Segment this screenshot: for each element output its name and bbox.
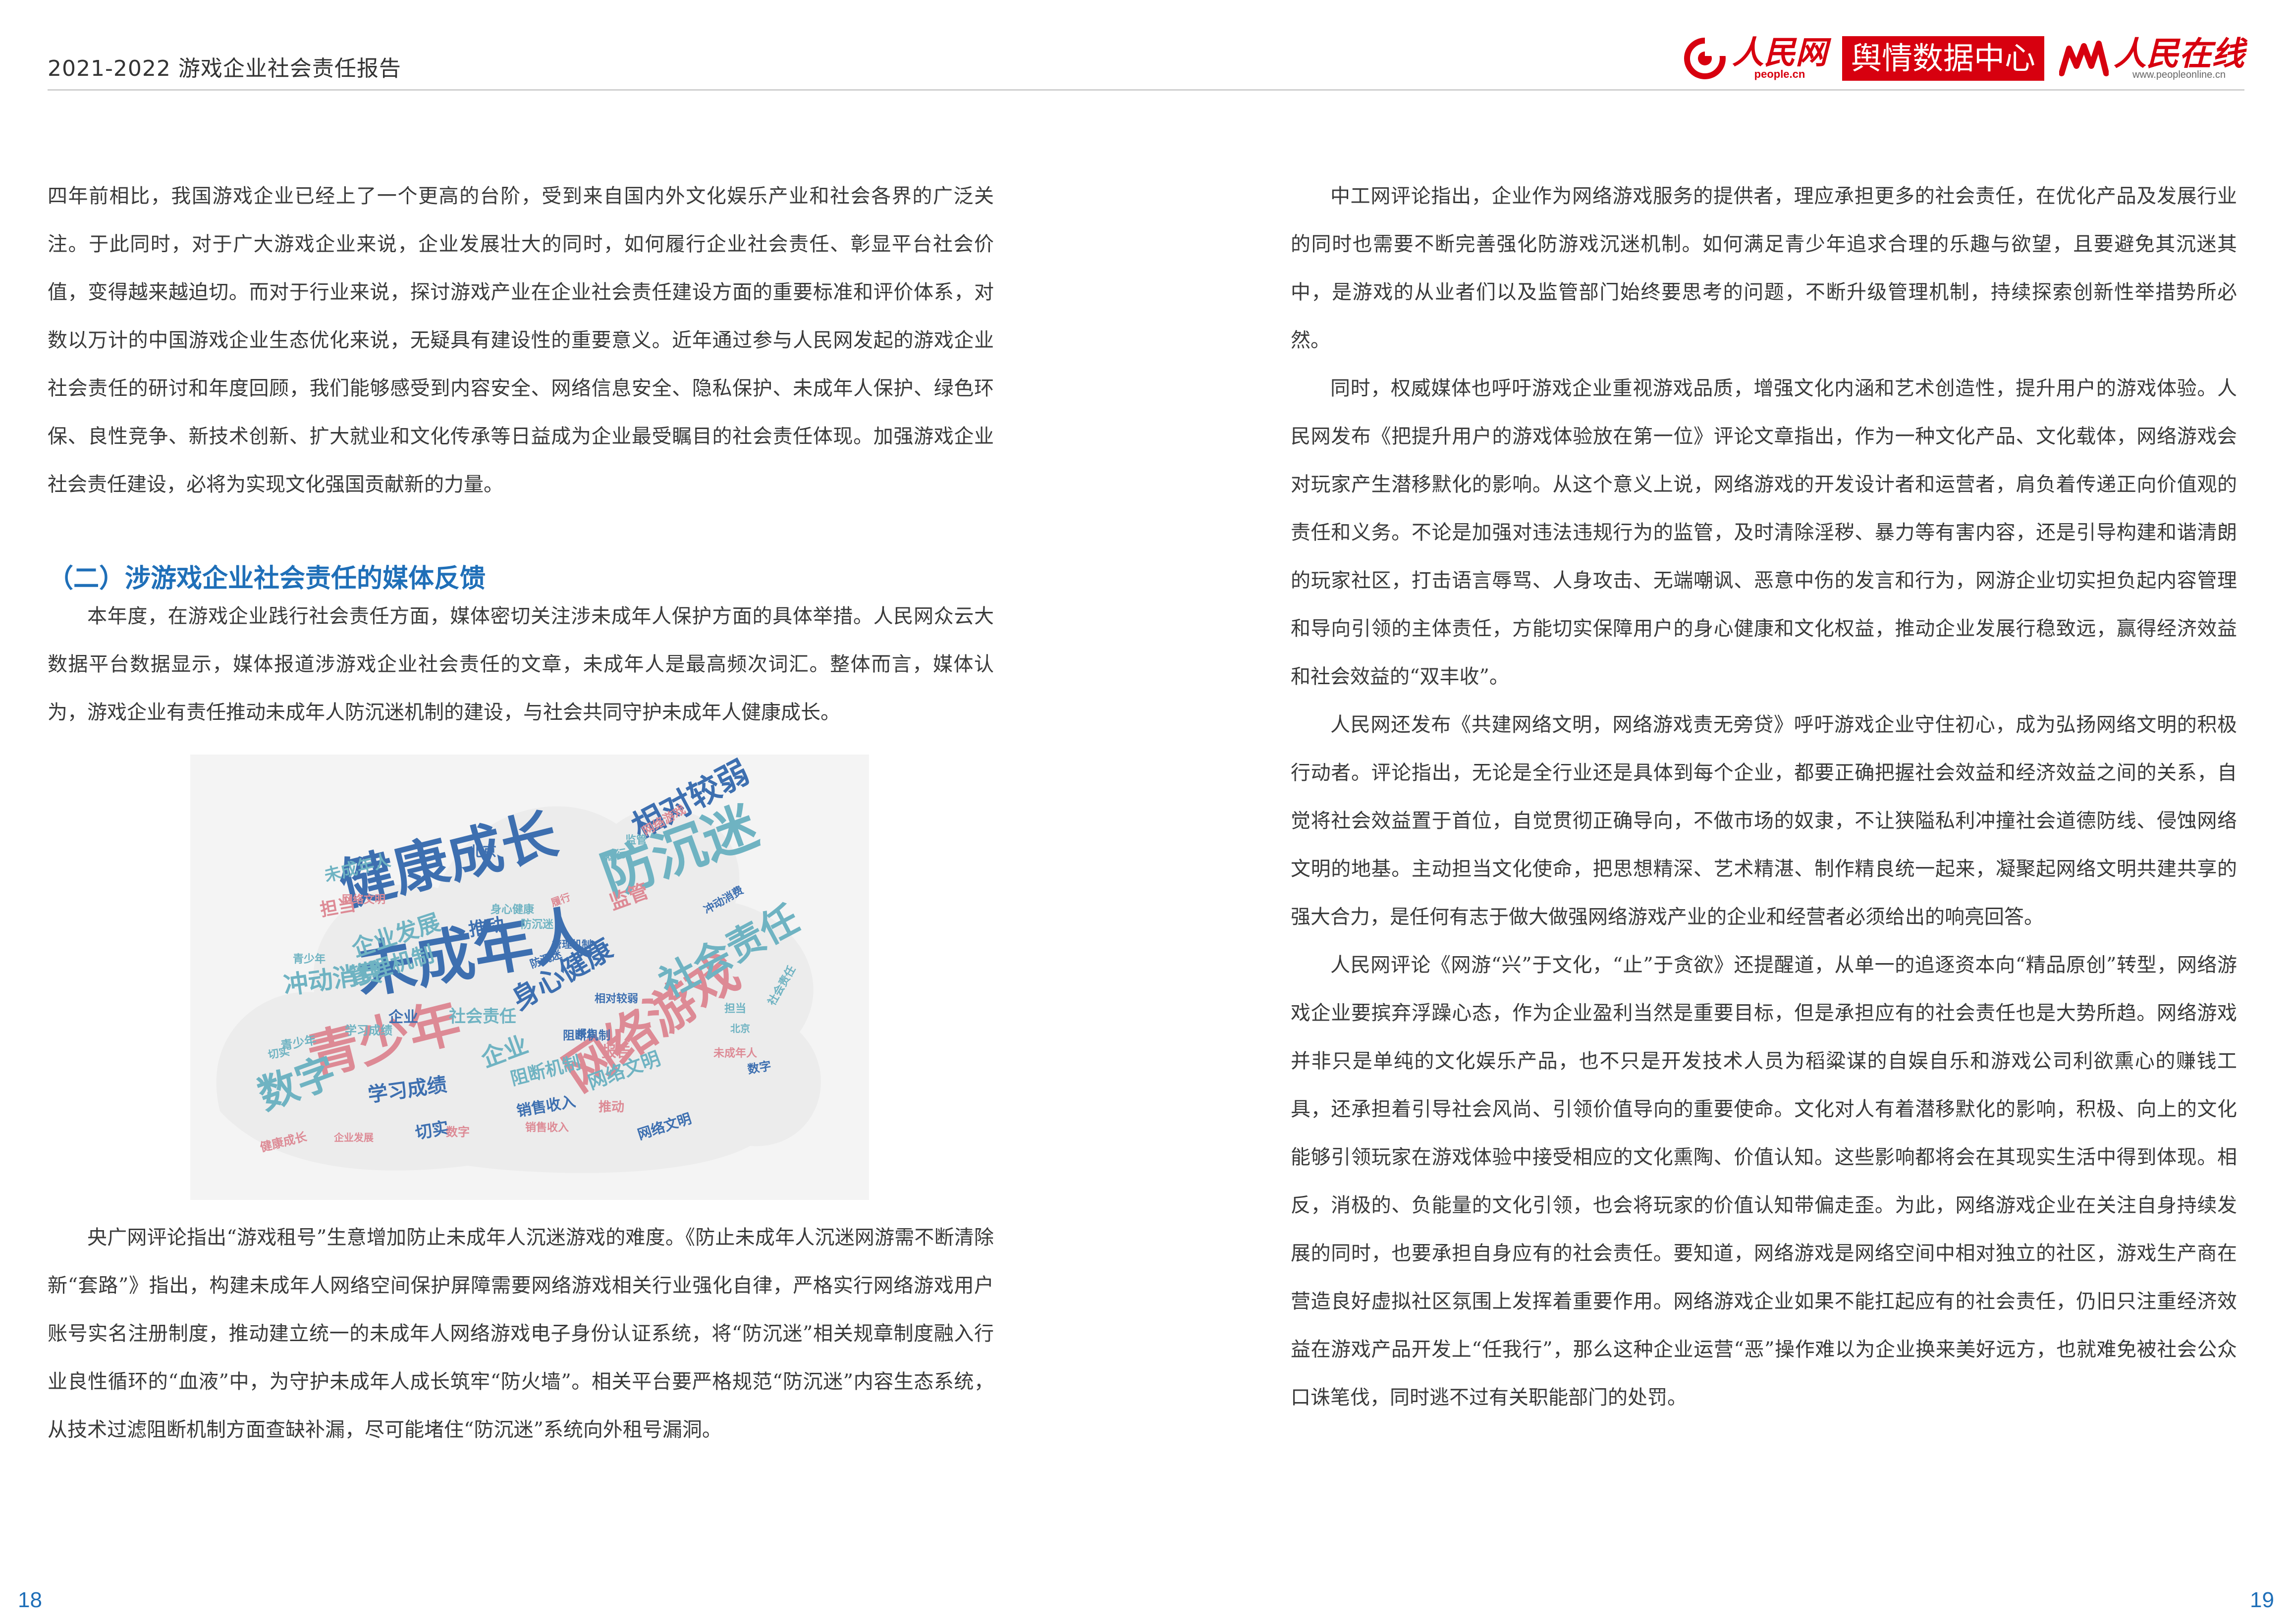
media-feedback-paragraph: 本年度，在游戏企业践行社会责任方面，媒体密切关注涉未成年人保护方面的具体举措。人…: [48, 605, 994, 724]
right-paragraph-3: 人民网还发布《共建网络文明，网络游戏责无旁贷》呼吁游戏企业守住初心，成为弘扬网络…: [1291, 713, 2237, 928]
word-cloud-term: 销售收入: [525, 1121, 569, 1134]
people-logo-url: people.cn: [1754, 67, 1805, 80]
word-cloud-term: 社会责任: [449, 1007, 516, 1027]
people-online-url: www.peopleonline.cn: [2132, 69, 2226, 80]
people-online-logo: 人民在线 www.peopleonline.cn: [2059, 37, 2244, 80]
word-cloud-term: 企业发展: [333, 1132, 374, 1143]
word-cloud-term: 网络文明: [342, 893, 385, 906]
report-title: 2021-2022 游戏企业社会责任报告: [48, 56, 401, 81]
section-heading: （二）涉游戏企业社会责任的媒体反馈: [48, 563, 486, 594]
word-cloud-term: 数字: [446, 1125, 470, 1139]
word-cloud-svg: 未成年人健康成长 防沉迷青少年 网络游戏数字相对较弱社会责任身心健康冲动消费企业发展…: [216, 755, 821, 1173]
word-cloud-term: 北京: [469, 843, 496, 860]
left-intro-paragraph-block: 四年前相比，我国游戏企业已经上了一个更高的台阶，受到来自国内外文化娱乐产业和社会…: [48, 172, 994, 509]
word-cloud-term: 相对较弱: [595, 992, 638, 1005]
right-paragraph-1: 中工网评论指出，企业作为网络游戏服务的提供者，理应承担更多的社会责任，在优化产品…: [1291, 185, 2237, 352]
word-cloud-term: 报告: [577, 1028, 597, 1039]
right-paragraph-4: 人民网评论《网游“兴”于文化，“止”于贪欲》还提醒道，从单一的追逐资本向“精品原…: [1291, 954, 2237, 1409]
intro-paragraph: 四年前相比，我国游戏企业已经上了一个更高的台阶，受到来自国内外文化娱乐产业和社会…: [48, 185, 994, 496]
word-cloud-term: 防沉迷: [521, 919, 554, 931]
header-logos: 人民网 people.cn 舆情数据中心 人民在线 www.peopleonli…: [1683, 30, 2244, 87]
media-paragraph-block: 本年度，在游戏企业践行社会责任方面，媒体密切关注涉未成年人保护方面的具体举措。人…: [48, 593, 994, 737]
right-column: 中工网评论指出，企业作为网络游戏服务的提供者，理应承担更多的社会责任，在优化产品…: [1291, 172, 2237, 1422]
word-cloud-term: 监管: [625, 834, 647, 847]
word-cloud-term: 担当: [724, 1003, 746, 1015]
people-daily-logo: 人民网 people.cn: [1683, 36, 1827, 81]
word-cloud-term: 学习成绩: [345, 1024, 392, 1037]
page-number-left: 18: [18, 1588, 42, 1612]
word-cloud-term: 未成年人: [713, 1047, 757, 1060]
word-cloud-term: 身心健康: [491, 903, 535, 916]
data-center-badge: 舆情数据中心: [1842, 36, 2044, 81]
page-number-right: 19: [2250, 1588, 2274, 1612]
right-paragraph-2: 同时，权威媒体也呼吁游戏企业重视游戏品质，增强文化内涵和艺术创造性，提升用户的游…: [1291, 377, 2237, 688]
people-logo-text: 人民网: [1732, 34, 1827, 71]
word-cloud-term: 推动: [599, 1100, 624, 1115]
word-cloud-term: 管理机制: [552, 938, 592, 950]
people-online-logo-text: 人民在线: [2114, 34, 2244, 73]
people-online-icon: [2059, 40, 2109, 76]
header-divider: [48, 89, 2244, 91]
word-cloud-term: 北京: [730, 1023, 750, 1034]
word-cloud-image: 未成年人 健康成长 防沉迷 青少年 网络游戏 数字 相对较弱 社会责任 身心健康 冲动消费 企业发展…: [190, 755, 869, 1200]
people-logo-icon: [1684, 36, 1727, 79]
cctv-paragraph: 央广网评论指出“游戏租号”生意增加防止未成年人沉迷游戏的难度。《防止未成年人沉迷…: [48, 1226, 994, 1441]
word-cloud-term: 青少年: [293, 953, 326, 966]
word-cloud-term: 报告: [601, 1043, 631, 1061]
page-header: 2021-2022 游戏企业社会责任报告 人民网 people.cn 舆情数据中…: [0, 0, 2292, 92]
word-cloud-term: 企业: [388, 1009, 418, 1026]
cctv-paragraph-block: 央广网评论指出“游戏租号”生意增加防止未成年人沉迷游戏的难度。《防止未成年人沉迷…: [48, 1214, 994, 1454]
